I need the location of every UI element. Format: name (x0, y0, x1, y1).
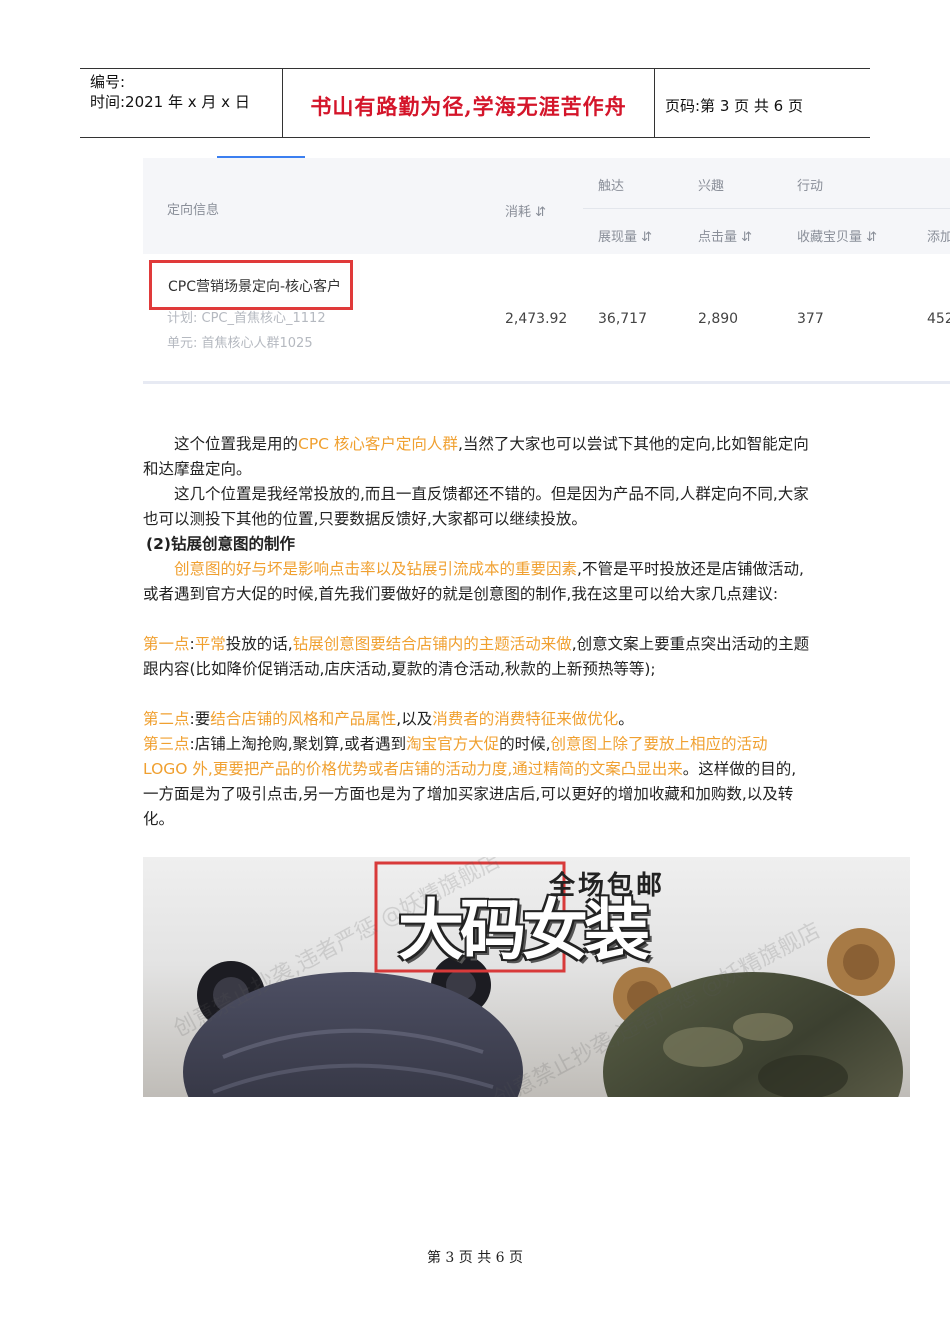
row-plan: 计划: CPC_首焦核心_1112 (167, 311, 326, 326)
p1-highlight: CPC 核心客户定向人群 (298, 435, 458, 453)
p5-text-mid: ,以及 (396, 710, 433, 728)
header-motto-cell: 书山有路勤为径,学海无涯苦作舟 (283, 69, 655, 137)
p5-highlight-2: 消费者的消费特征来做优化 (432, 710, 619, 728)
group-interest: 兴趣 (698, 179, 725, 194)
cell-clicks: 2,890 (698, 311, 739, 327)
header-meta-cell: 编号: 时间:2021 年 x 月 x 日 (80, 69, 283, 137)
p4-highlight-1: 平常 (194, 635, 226, 653)
p1-text: 这个位置我是用的 (174, 435, 299, 453)
banner-title: 大码女装 (398, 892, 650, 969)
group-action: 行动 (797, 179, 824, 194)
col-impressions[interactable]: 展现量 ⇵ (598, 226, 652, 245)
p5-text: :要 (189, 710, 211, 728)
paragraph-1: 这个位置我是用的CPC 核心客户定向人群,当然了大家也可以尝试下其他的定向,比如… (143, 432, 810, 482)
group-reach: 触达 (598, 179, 625, 194)
table-bottom-border (143, 381, 950, 384)
p4-text: 投放的话, (225, 635, 293, 653)
page-info: 页码:第 3 页 共 6 页 (665, 97, 803, 115)
p4-highlight-2: 钻展创意图要结合店铺内的主题活动来做 (292, 635, 572, 653)
row-unit: 单元: 首焦核心人群1025 (167, 336, 313, 351)
dark-jacket-shape (183, 955, 523, 1097)
date-label: 时间:2021 年 x 月 x 日 (90, 93, 250, 111)
p3-highlight: 创意图的好与坏是影响点击率以及钻展引流成本的重要因素 (174, 560, 578, 578)
paragraph-3: 创意图的好与坏是影响点击率以及钻展引流成本的重要因素,不管是平时投放还是店铺做活… (143, 557, 810, 607)
targeting-table-screenshot: 定向信息 消耗 ⇵ 触达 兴趣 行动 展现量 ⇵ 点击量 ⇵ 收藏宝贝量 ⇵ 添… (143, 156, 950, 384)
page-footer: 第 3 页 共 6 页 (426, 1250, 524, 1266)
point-3-label: 第三点 (143, 735, 190, 753)
paragraph-2: 这几个位置是我经常投放的,而且一直反馈都还不错的。但是因为产品不同,人群定向不同… (143, 485, 809, 528)
col-favorites[interactable]: 收藏宝贝量 ⇵ (797, 226, 877, 245)
header-page-cell: 页码:第 3 页 共 6 页 (655, 69, 870, 137)
paragraph-4: 第一点:平常投放的话,钻展创意图要结合店铺内的主题活动来做,创意文案上要重点突出… (143, 632, 810, 682)
cell-impressions: 36,717 (598, 311, 647, 327)
number-label: 编号: (90, 73, 126, 91)
col-cost[interactable]: 消耗 ⇵ (505, 201, 546, 220)
p6-text: :店铺上淘抢购,聚划算,或者遇到 (189, 735, 407, 753)
p6-highlight-1: 淘宝官方大促 (406, 735, 500, 753)
point-2-label: 第二点 (143, 710, 190, 728)
col-add[interactable]: 添加 (927, 226, 950, 245)
motto: 书山有路勤为径,学海无涯苦作舟 (310, 94, 627, 119)
banner-image: 创意禁止抄袭,违者严惩 @妖精旗舰店 创意禁止抄袭,违者严惩 @妖精旗舰店 全场… (143, 857, 910, 1097)
row-name[interactable]: CPC营销场景定向-核心客户 (168, 276, 341, 296)
col-clicks[interactable]: 点击量 ⇵ (698, 226, 752, 245)
cell-cost: 2,473.92 (505, 311, 568, 327)
paragraph-5: 第二点:要结合店铺的风格和产品属性,以及消费者的消费特征来做优化。 (143, 707, 810, 732)
point-1-label: 第一点 (143, 635, 190, 653)
header-divider (583, 208, 950, 209)
p5-text-end: 。 (618, 710, 634, 728)
table-header: 定向信息 消耗 ⇵ 触达 兴趣 行动 展现量 ⇵ 点击量 ⇵ 收藏宝贝量 ⇵ 添… (143, 158, 950, 254)
cell-add: 452 (927, 311, 950, 327)
p6-text-mid: 的时候, (499, 735, 551, 753)
p5-highlight-1: 结合店铺的风格和产品属性 (210, 710, 397, 728)
highlight-box: CPC营销场景定向-核心客户 (149, 260, 353, 310)
paragraph-6: 第三点:店铺上淘抢购,聚划算,或者遇到淘宝官方大促的时候,创意图上除了要放上相应… (143, 732, 810, 832)
document-header: 编号: 时间:2021 年 x 月 x 日 书山有路勤为径,学海无涯苦作舟 页码… (80, 68, 870, 138)
section-heading: (2)钻展创意图的制作 (146, 535, 295, 553)
col-targeting: 定向信息 (167, 203, 220, 218)
cell-favorites: 377 (797, 311, 824, 327)
